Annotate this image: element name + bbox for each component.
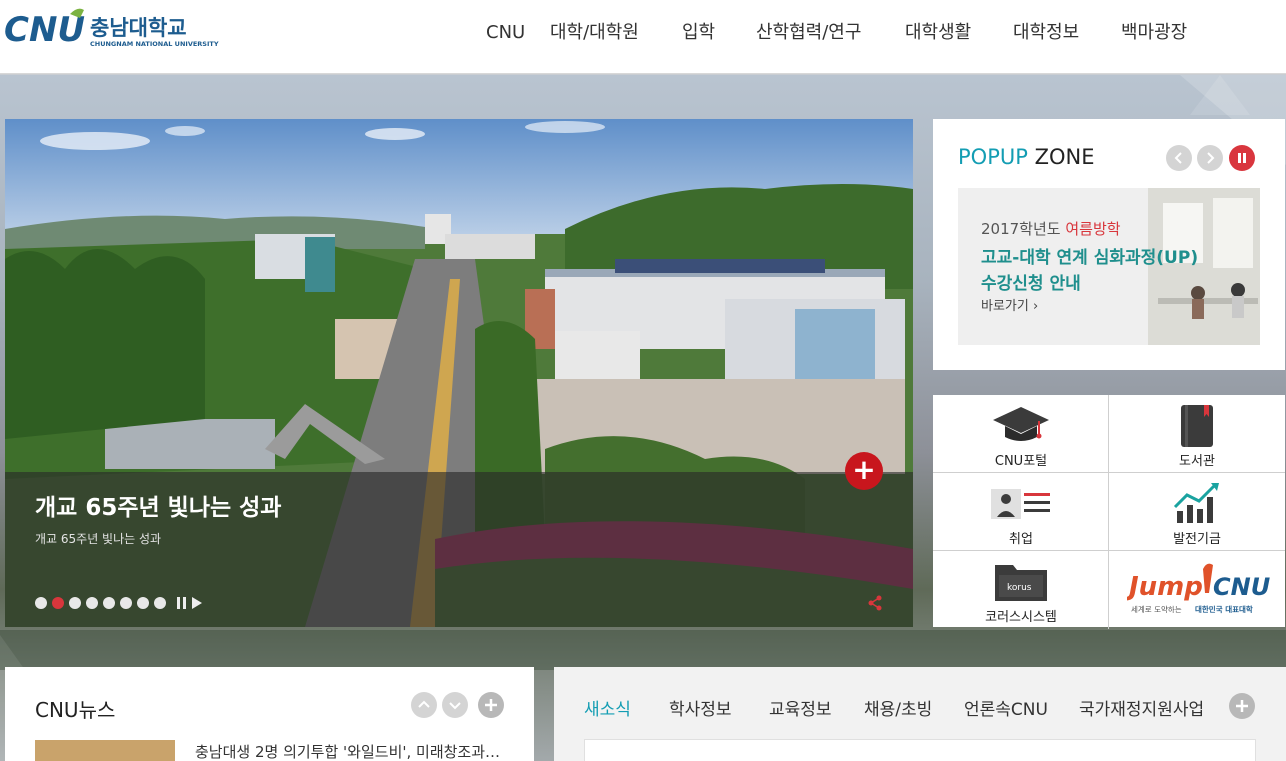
share-icon[interactable]: [867, 595, 883, 611]
chevron-right-icon: [1207, 152, 1215, 164]
news-thumbnail[interactable]: [35, 740, 175, 761]
plus-icon: [1236, 700, 1248, 712]
logo-mark: CNU: [4, 10, 85, 50]
hero-more-button[interactable]: +: [845, 452, 883, 490]
banner-line3: 수강신청 안내: [981, 274, 1081, 294]
banner-link[interactable]: 바로가기 ›: [981, 295, 1038, 314]
quick-link-label: 발전기금: [1173, 532, 1221, 547]
svg-text:CNU: CNU: [1213, 573, 1270, 601]
tab-cnu-in-media[interactable]: 언론속CNU: [964, 695, 1048, 720]
svg-text:세계로 도약하는: 세계로 도약하는: [1131, 604, 1182, 614]
news-item[interactable]: 충남대생 2명 의기투합 '와일드비', 미래창조과학부장관상 수상: [195, 741, 505, 761]
news-title: CNU뉴스: [35, 698, 116, 722]
slide-dot[interactable]: [35, 597, 47, 609]
folder-icon: korus: [995, 565, 1047, 601]
logo-english: CHUNGNAM NATIONAL UNIVERSITY: [90, 40, 219, 48]
jump-cnu-banner[interactable]: Jump CNU 세계로 도약하는 대한민국 대표대학: [1109, 551, 1285, 629]
hero-subtitle: 개교 65주년 빛나는 성과: [35, 532, 162, 546]
popup-title-accent: POPUP: [958, 145, 1028, 169]
growth-chart-icon: [1173, 483, 1219, 523]
university-logo[interactable]: CNU 충남대학교 CHUNGNAM NATIONAL UNIVERSITY: [4, 6, 224, 50]
popup-banner[interactable]: 2017학년도 여름방학 고교-대학 연계 심화과정(UP) 수강신청 안내 바…: [958, 188, 1260, 345]
plus-icon: [485, 699, 497, 711]
popup-title-rest: ZONE: [1034, 145, 1095, 169]
nav-item-admission[interactable]: 입학: [682, 18, 715, 48]
nav-item-research[interactable]: 산학협력/연구: [756, 18, 861, 48]
tab-academic-info[interactable]: 학사정보: [669, 695, 732, 720]
popup-zone: POPUP ZONE 2017학년도 여름방학 고교-대학 연계 심화과정(UP…: [933, 119, 1285, 370]
tab-national-funding[interactable]: 국가재정지원사업: [1079, 695, 1204, 720]
play-icon[interactable]: [192, 597, 202, 609]
tab-education-info[interactable]: 교육정보: [769, 695, 832, 720]
nav-item-campus-life[interactable]: 대학생활: [905, 18, 971, 48]
chevron-down-icon: [449, 702, 461, 710]
tab-news[interactable]: 새소식: [584, 695, 631, 720]
banner-line1: 2017학년도 여름방학: [981, 220, 1121, 238]
book-icon: [1181, 405, 1213, 447]
quick-link-library[interactable]: 도서관: [1109, 395, 1285, 473]
quick-links: CNU포털 도서관 취업 발전기금 korus 코러스시스템 Jump CNU …: [933, 395, 1285, 629]
quick-link-cnu-portal[interactable]: CNU포털: [933, 395, 1109, 473]
slide-dot[interactable]: [120, 597, 132, 609]
popup-next-button[interactable]: [1197, 145, 1223, 171]
nav-item-cnu[interactable]: CNU: [486, 18, 525, 48]
news-more-button[interactable]: [478, 692, 504, 718]
pause-icon[interactable]: [176, 597, 188, 609]
graduation-cap-icon: [993, 407, 1049, 441]
nav-item-colleges[interactable]: 대학/대학원: [550, 18, 639, 48]
chevron-left-icon: [1174, 152, 1182, 164]
quick-link-label: 도서관: [1179, 454, 1215, 469]
slide-dot[interactable]: [69, 597, 81, 609]
quick-link-label: 코러스시스템: [985, 610, 1057, 625]
logo-korean: 충남대학교: [90, 16, 187, 40]
quick-link-korus-system[interactable]: korus 코러스시스템: [933, 551, 1109, 629]
slide-dot[interactable]: [154, 597, 166, 609]
slide-dot[interactable]: [137, 597, 149, 609]
slide-dot-active[interactable]: [52, 597, 64, 609]
hero-slider[interactable]: 개교 65주년 빛나는 성과 개교 65주년 빛나는 성과 +: [5, 119, 913, 627]
svg-text:Jump: Jump: [1127, 572, 1203, 602]
quick-link-label: CNU포털: [994, 454, 1048, 469]
svg-text:대한민국 대표대학: 대한민국 대표대학: [1195, 604, 1253, 614]
news-prev-button[interactable]: [411, 692, 437, 718]
tab-content: [584, 739, 1256, 761]
profile-card-icon: [991, 489, 1050, 519]
news-next-button[interactable]: [442, 692, 468, 718]
nav-item-baekma-square[interactable]: 백마광장: [1121, 18, 1187, 48]
slide-dot[interactable]: [103, 597, 115, 609]
site-header: CNU 충남대학교 CHUNGNAM NATIONAL UNIVERSITY C…: [0, 0, 1286, 74]
tabs-more-button[interactable]: [1229, 693, 1255, 719]
cnu-news-panel: CNU뉴스 충남대생 2명 의기투합 '와일드비', 미래창조과학부장관상 수상: [5, 667, 534, 761]
popup-prev-button[interactable]: [1166, 145, 1192, 171]
tab-recruitment[interactable]: 채용/초빙: [864, 695, 932, 720]
banner-line2: 고교-대학 연계 심화과정(UP): [981, 248, 1199, 268]
korus-badge: korus: [1007, 583, 1032, 593]
popup-pause-button[interactable]: [1229, 145, 1255, 171]
slide-dot[interactable]: [86, 597, 98, 609]
notice-tabs-panel: 새소식 학사정보 교육정보 채용/초빙 언론속CNU 국가재정지원사업: [554, 667, 1286, 761]
nav-item-university-info[interactable]: 대학정보: [1013, 18, 1079, 48]
popup-title: POPUP ZONE: [958, 145, 1094, 169]
quick-link-employment[interactable]: 취업: [933, 473, 1109, 551]
pause-icon: [1238, 153, 1246, 163]
quick-link-development-fund[interactable]: 발전기금: [1109, 473, 1285, 551]
quick-link-label: 취업: [1009, 532, 1033, 547]
jump-cnu-logo: Jump CNU 세계로 도약하는 대한민국 대표대학: [1127, 563, 1270, 614]
chevron-up-icon: [418, 700, 430, 708]
hero-title[interactable]: 개교 65주년 빛나는 성과: [35, 488, 281, 522]
